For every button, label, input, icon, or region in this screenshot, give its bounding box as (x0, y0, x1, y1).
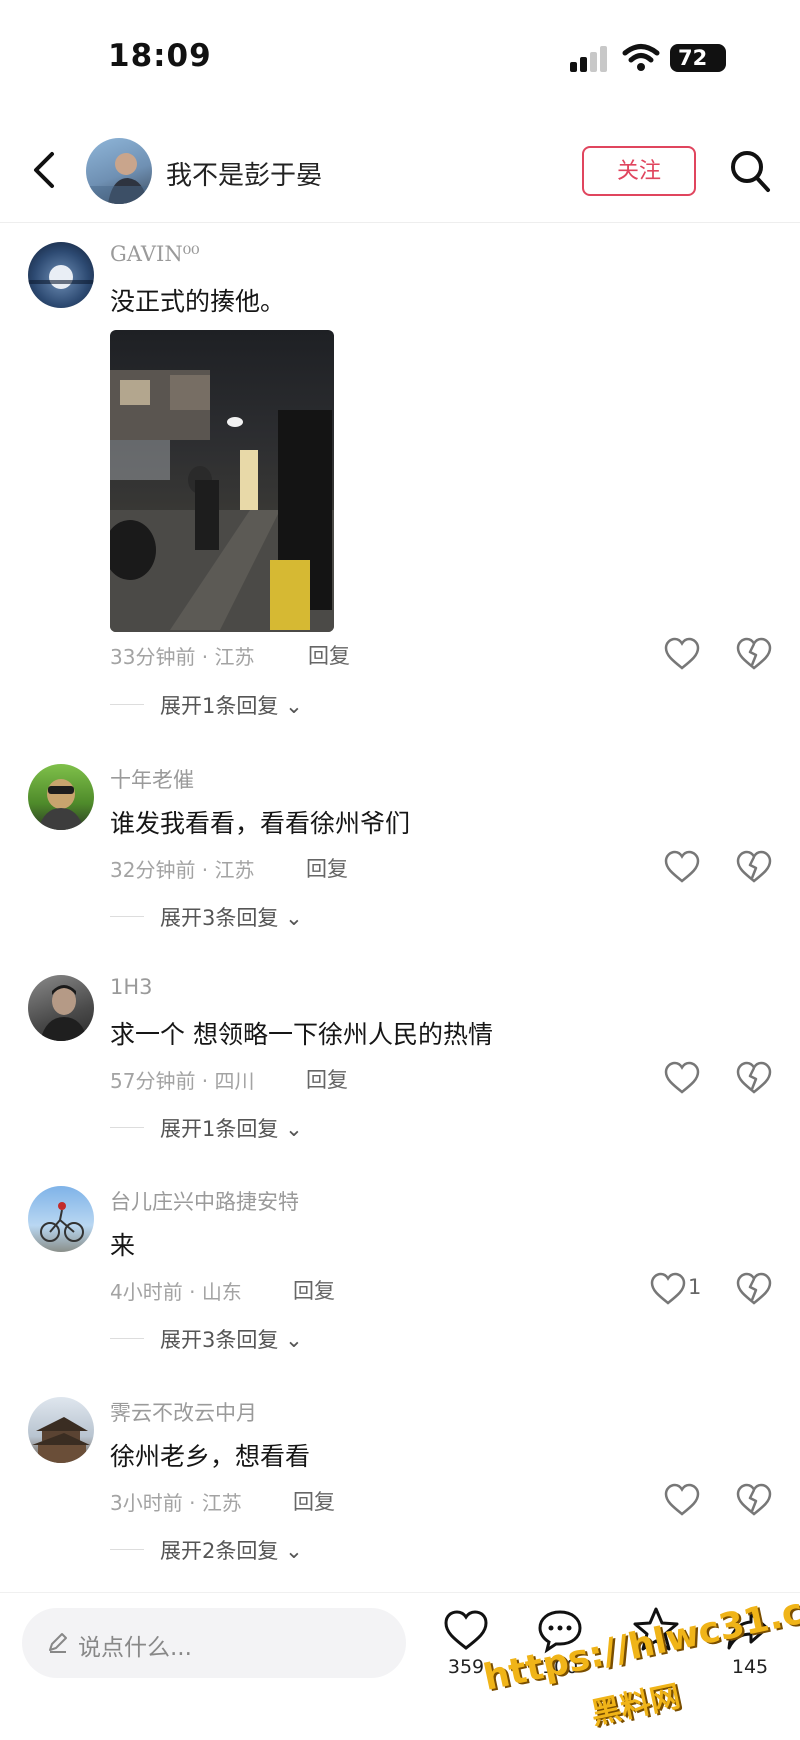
comment-item: 台儿庄兴中路捷安特 来 4小时前 · 山东 回复 1 展开3条回复 ⌄ (0, 1186, 800, 1386)
reply-button[interactable]: 回复 (293, 1486, 335, 1516)
comment-time: 33分钟前 (110, 645, 196, 669)
comment-avatar[interactable] (28, 1397, 94, 1463)
chevron-down-icon: ⌄ (285, 694, 303, 718)
comment-location: 山东 (201, 1280, 242, 1304)
heart-icon[interactable] (443, 1608, 489, 1654)
comment-username[interactable]: 台儿庄兴中路捷安特 (110, 1186, 299, 1216)
comment-avatar[interactable] (28, 975, 94, 1041)
expand-line (110, 704, 144, 705)
follow-button[interactable]: 关注 (582, 146, 696, 196)
photo-scene (110, 370, 334, 632)
comment-item: 霁云不改云中月 徐州老乡，想看看 3小时前 · 江苏 回复 展开2条回复 ⌄ (0, 1397, 800, 1597)
search-icon[interactable] (728, 148, 772, 194)
comment-time: 3小时前 (110, 1491, 183, 1515)
profile-username[interactable]: 我不是彭于晏 (166, 155, 322, 192)
dislike-icon[interactable] (736, 1483, 772, 1517)
expand-replies-label: 展开1条回复 (160, 1117, 279, 1141)
comment-avatar[interactable] (28, 242, 94, 308)
comment-text: 徐州老乡，想看看 (110, 1442, 311, 1471)
expand-replies-button[interactable]: 展开1条回复 ⌄ (160, 690, 303, 720)
avatar-image (38, 779, 84, 830)
meta-separator: · (182, 1280, 202, 1304)
comment-meta: 3小时前 · 江苏 (110, 1487, 242, 1516)
avatar-image (40, 1202, 84, 1242)
expand-replies-label: 展开2条回复 (160, 1539, 279, 1563)
comment-meta: 57分钟前 · 四川 (110, 1065, 255, 1094)
avatar-image (32, 1417, 90, 1463)
expand-line (110, 1338, 144, 1339)
comment-text: 来 (110, 1231, 136, 1260)
expand-line (110, 1127, 144, 1128)
wifi-icon (622, 44, 660, 71)
reply-button[interactable]: 回复 (306, 853, 348, 883)
dislike-icon[interactable] (736, 850, 772, 884)
comment-avatar[interactable] (28, 764, 94, 830)
comment-username[interactable]: 1H3 (110, 975, 153, 999)
comment-text: 没正式的揍他。 (110, 287, 286, 316)
reply-button[interactable]: 回复 (293, 1275, 335, 1305)
dislike-icon[interactable] (736, 1061, 772, 1095)
signal-icon (570, 46, 607, 72)
reply-button[interactable]: 回复 (306, 1064, 348, 1094)
meta-separator: · (182, 1491, 202, 1515)
expand-replies-label: 展开3条回复 (160, 906, 279, 930)
avatar-image (28, 265, 94, 289)
expand-replies-button[interactable]: 展开3条回复 ⌄ (160, 902, 303, 932)
comment-location: 江苏 (214, 858, 255, 882)
comment-meta: 33分钟前 · 江苏 (110, 641, 255, 670)
pencil-icon (49, 1633, 67, 1653)
expand-replies-label: 展开1条回复 (160, 694, 279, 718)
like-icon[interactable] (664, 850, 700, 884)
dislike-icon[interactable] (736, 637, 772, 671)
expand-replies-button[interactable]: 展开2条回复 ⌄ (160, 1535, 303, 1565)
dislike-icon[interactable] (736, 1272, 772, 1306)
expand-replies-button[interactable]: 展开3条回复 ⌄ (160, 1324, 303, 1354)
expand-line (110, 1549, 144, 1550)
comment-meta: 4小时前 · 山东 (110, 1276, 242, 1305)
status-time: 18:09 (108, 38, 212, 74)
like-count: 1 (688, 1275, 702, 1299)
expand-replies-label: 展开3条回复 (160, 1328, 279, 1352)
avatar-image (40, 985, 88, 1041)
comment-location: 四川 (214, 1069, 255, 1093)
back-icon[interactable] (30, 150, 60, 190)
avatar-image (86, 153, 152, 204)
chevron-down-icon: ⌄ (285, 1539, 303, 1563)
expand-replies-button[interactable]: 展开1条回复 ⌄ (160, 1113, 303, 1143)
comment-input-placeholder: 说点什么... (78, 1635, 192, 1661)
share-total: 145 (731, 1656, 769, 1678)
battery-icon: 72 (670, 44, 726, 72)
comment-time: 57分钟前 (110, 1069, 196, 1093)
comment-username[interactable]: 十年老催 (110, 764, 194, 794)
meta-separator: · (195, 645, 215, 669)
chevron-down-icon: ⌄ (285, 1117, 303, 1141)
comment-image[interactable] (110, 330, 334, 632)
comment-location: 江苏 (201, 1491, 242, 1515)
meta-separator: · (195, 1069, 215, 1093)
like-icon[interactable] (664, 1061, 700, 1095)
like-icon[interactable] (664, 1483, 700, 1517)
meta-separator: · (195, 858, 215, 882)
chevron-down-icon: ⌄ (285, 1328, 303, 1352)
comment-meta: 32分钟前 · 江苏 (110, 854, 255, 883)
chevron-down-icon: ⌄ (285, 906, 303, 930)
expand-line (110, 916, 144, 917)
comment-text: 求一个 想领略一下徐州人民的热情 (110, 1020, 493, 1049)
comment-avatar[interactable] (28, 1186, 94, 1252)
comment-location: 江苏 (214, 645, 255, 669)
profile-avatar[interactable] (86, 138, 152, 204)
comment-username[interactable]: GAVIN⁰⁰ (110, 242, 200, 266)
reply-button[interactable]: 回复 (308, 640, 350, 670)
comment-username[interactable]: 霁云不改云中月 (110, 1397, 257, 1427)
header-divider (0, 222, 800, 223)
like-icon[interactable] (650, 1272, 686, 1306)
comment-item: 1H3 求一个 想领略一下徐州人民的热情 57分钟前 · 四川 回复 展开1条回… (0, 975, 800, 1175)
comment-time: 4小时前 (110, 1280, 183, 1304)
comment-text: 谁发我看看，看看徐州爷们 (110, 809, 411, 838)
like-icon[interactable] (664, 637, 700, 671)
comment-item: 十年老催 谁发我看看，看看徐州爷们 32分钟前 · 江苏 回复 展开3条回复 ⌄ (0, 764, 800, 964)
comment-time: 32分钟前 (110, 858, 196, 882)
